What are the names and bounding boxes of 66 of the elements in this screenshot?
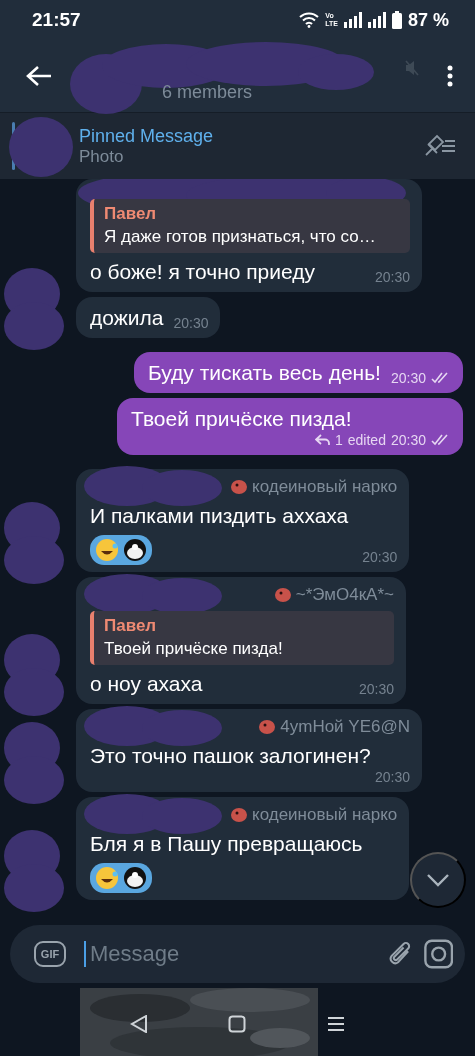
reply-text: Твоей причёске пизда! <box>104 639 284 659</box>
scroll-down-button[interactable] <box>410 852 466 908</box>
message-text: Буду тискать весь день! <box>147 360 381 386</box>
member-count: 6 members <box>162 81 253 102</box>
message-time: 20:30 <box>390 370 426 386</box>
sender-name: кодеиновый нарко <box>252 805 398 825</box>
message-text: И палками пиздить аххаха <box>90 503 350 529</box>
sender-name: 4ymHoй YE6@N <box>280 717 410 737</box>
laughing-emoji-icon <box>94 537 120 563</box>
signal-icon <box>343 12 362 28</box>
pinned-message-bar[interactable]: Pinned Message Photo <box>0 112 475 179</box>
message-bubble[interactable]: ~*ЭмО4кА*~ Павел Твоей причёске пизда! о ноу ахаха 20:30 <box>76 577 406 704</box>
message-text: Твоей причёске пизда! <box>131 406 352 432</box>
reply-text: Я даже готов признаться, что со… <box>104 227 377 247</box>
sticker-icon <box>230 807 248 823</box>
status-time: 21:57 <box>32 9 82 31</box>
sticker-icon <box>273 587 292 603</box>
sender-name: кодеиновый нарко <box>252 477 398 497</box>
message-bubble[interactable]: 4ymHoй YE6@N Это точно пашок залогинен? 20:30 <box>76 709 422 792</box>
message-time: 20:30 <box>173 315 209 331</box>
message-time: 20:30 <box>358 681 394 697</box>
reaction-chip[interactable] <box>90 863 152 893</box>
sticker-icon <box>258 719 277 735</box>
menu-icon <box>326 1015 345 1032</box>
message-time: 20:30 <box>374 769 410 785</box>
message-text: о боже! я точно приеду <box>90 259 315 285</box>
battery-icon <box>391 11 402 29</box>
sticker-icon <box>122 537 148 563</box>
camera-icon[interactable] <box>423 938 453 970</box>
composer-bar[interactable]: GIF Message <box>10 925 465 983</box>
reply-quote[interactable]: Павел Твоей причёске пизда! <box>90 611 394 665</box>
square-home-icon <box>228 1014 247 1033</box>
pinned-title: Pinned Message <box>79 125 215 147</box>
battery-level: 87 % <box>407 9 449 31</box>
message-bubble[interactable]: Буду тискать весь день! 20:30 <box>133 352 463 393</box>
edited-label: edited <box>347 432 386 448</box>
reply-author: Павел <box>104 204 158 224</box>
message-time: 20:30 <box>390 432 426 448</box>
more-icon <box>447 65 453 87</box>
message-bubble[interactable]: Павел Я даже готов признаться, что со… о боже! я точно приеду 20:30 <box>76 179 422 292</box>
message-bubble[interactable]: кодеиновый нарко И палками пиздить аххаха 20:30 <box>76 469 410 572</box>
sender-name: ~*ЭмО4кА*~ <box>295 585 394 605</box>
sticker-icon <box>122 865 148 891</box>
triangle-back-icon <box>130 1014 149 1033</box>
message-input[interactable]: Message <box>84 941 378 967</box>
chevron-down-icon <box>426 873 450 887</box>
gif-button[interactable]: GIF <box>34 941 66 967</box>
message-bubble[interactable]: кодеиновый нарко Бля я в Пашу превращаюсь <box>76 797 410 900</box>
wifi-icon <box>299 12 320 28</box>
reply-quote[interactable]: Павел Я даже готов признаться, что со… <box>90 199 410 253</box>
message-bubble[interactable]: дожила 20:30 <box>76 297 221 338</box>
message-text: дожила <box>90 305 164 331</box>
message-bubble[interactable]: Твоей причёске пизда! 1 edited 20:30 <box>117 398 463 455</box>
message-time: 20:30 <box>362 549 398 565</box>
sticker-icon <box>230 479 248 495</box>
message-text: Это точно пашок залогинен? <box>90 743 371 769</box>
signal-icon <box>367 12 386 28</box>
message-text: о ноу ахаха <box>90 671 203 697</box>
reaction-chip[interactable] <box>90 535 152 565</box>
message-time: 20:30 <box>374 269 410 285</box>
reply-count: 1 <box>335 432 343 448</box>
message-text: Бля я в Пашу превращаюсь <box>90 831 364 857</box>
laughing-emoji-icon <box>94 865 120 891</box>
reply-author: Павел <box>104 616 158 636</box>
reply-icon <box>315 434 330 446</box>
pinned-text: Photo <box>79 146 125 167</box>
